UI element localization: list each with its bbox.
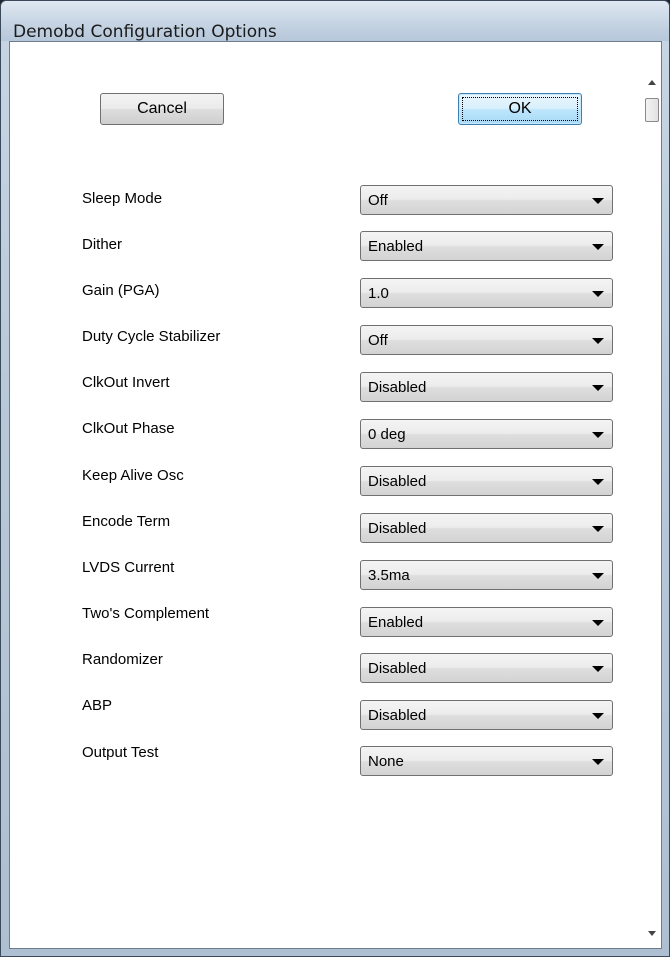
select-value: None — [368, 753, 404, 770]
select-value: Disabled — [368, 379, 427, 396]
chevron-down-icon — [592, 244, 604, 250]
select-value: Disabled — [368, 707, 427, 724]
vertical-scrollbar[interactable] — [643, 42, 661, 948]
chevron-down-icon — [592, 479, 604, 485]
dither-select[interactable]: Enabled — [360, 231, 613, 261]
select-value: Off — [368, 192, 388, 209]
keep-alive-osc-select[interactable]: Disabled — [360, 466, 613, 496]
select-value: Disabled — [368, 660, 427, 677]
option-label-encode-term: Encode Term — [82, 513, 171, 530]
scroll-up-arrow-icon[interactable] — [648, 80, 656, 85]
ok-button[interactable]: OK — [458, 93, 582, 125]
config-dialog-window: Demobd Configuration Options Cancel OK S… — [0, 0, 670, 957]
option-label-randomizer: Randomizer — [82, 651, 163, 668]
select-value: Enabled — [368, 238, 424, 255]
chevron-down-icon — [592, 526, 604, 532]
option-label-abp: ABP — [82, 697, 113, 714]
window-title: Demobd Configuration Options — [13, 22, 277, 42]
scroll-down-arrow-icon[interactable] — [648, 931, 656, 936]
option-label-output-test: Output Test — [82, 744, 159, 761]
clkout-phase-select[interactable]: 0 deg — [360, 419, 613, 449]
option-label-clkout-invert: ClkOut Invert — [82, 374, 170, 391]
chevron-down-icon — [592, 291, 604, 297]
chevron-down-icon — [592, 666, 604, 672]
option-label-keep-alive-osc: Keep Alive Osc — [82, 467, 184, 484]
scrollbar-thumb[interactable] — [645, 98, 659, 122]
option-label-clkout-phase: ClkOut Phase — [82, 420, 175, 437]
select-value: Off — [368, 332, 388, 349]
chevron-down-icon — [592, 198, 604, 204]
option-label-dither: Dither — [82, 236, 123, 253]
cancel-button[interactable]: Cancel — [100, 93, 224, 125]
chevron-down-icon — [592, 338, 604, 344]
randomizer-select[interactable]: Disabled — [360, 653, 613, 683]
select-value: 0 deg — [368, 426, 406, 443]
encode-term-select[interactable]: Disabled — [360, 513, 613, 543]
title-bar[interactable]: Demobd Configuration Options — [1, 1, 669, 42]
chevron-down-icon — [592, 385, 604, 391]
select-value: 1.0 — [368, 285, 389, 302]
select-value: Disabled — [368, 473, 427, 490]
option-label-duty-cycle-stabilizer: Duty Cycle Stabilizer — [82, 328, 221, 345]
chevron-down-icon — [592, 759, 604, 765]
sleep-mode-select[interactable]: Off — [360, 185, 613, 215]
duty-cycle-stabilizer-select[interactable]: Off — [360, 325, 613, 355]
option-label-lvds-current: LVDS Current — [82, 559, 175, 576]
gain-pga-select[interactable]: 1.0 — [360, 278, 613, 308]
dialog-client-area: Cancel OK Sleep Mode Off Dither Enabled … — [9, 41, 662, 949]
focus-rectangle — [462, 97, 578, 121]
select-value: Disabled — [368, 520, 427, 537]
output-test-select[interactable]: None — [360, 746, 613, 776]
select-value: 3.5ma — [368, 567, 410, 584]
option-label-sleep-mode: Sleep Mode — [82, 190, 163, 207]
chevron-down-icon — [592, 620, 604, 626]
chevron-down-icon — [592, 713, 604, 719]
twos-complement-select[interactable]: Enabled — [360, 607, 613, 637]
abp-select[interactable]: Disabled — [360, 700, 613, 730]
chevron-down-icon — [592, 432, 604, 438]
select-value: Enabled — [368, 614, 424, 631]
option-label-gain-pga: Gain (PGA) — [82, 282, 160, 299]
chevron-down-icon — [592, 573, 604, 579]
clkout-invert-select[interactable]: Disabled — [360, 372, 613, 402]
option-label-twos-complement: Two's Complement — [82, 605, 210, 622]
lvds-current-select[interactable]: 3.5ma — [360, 560, 613, 590]
